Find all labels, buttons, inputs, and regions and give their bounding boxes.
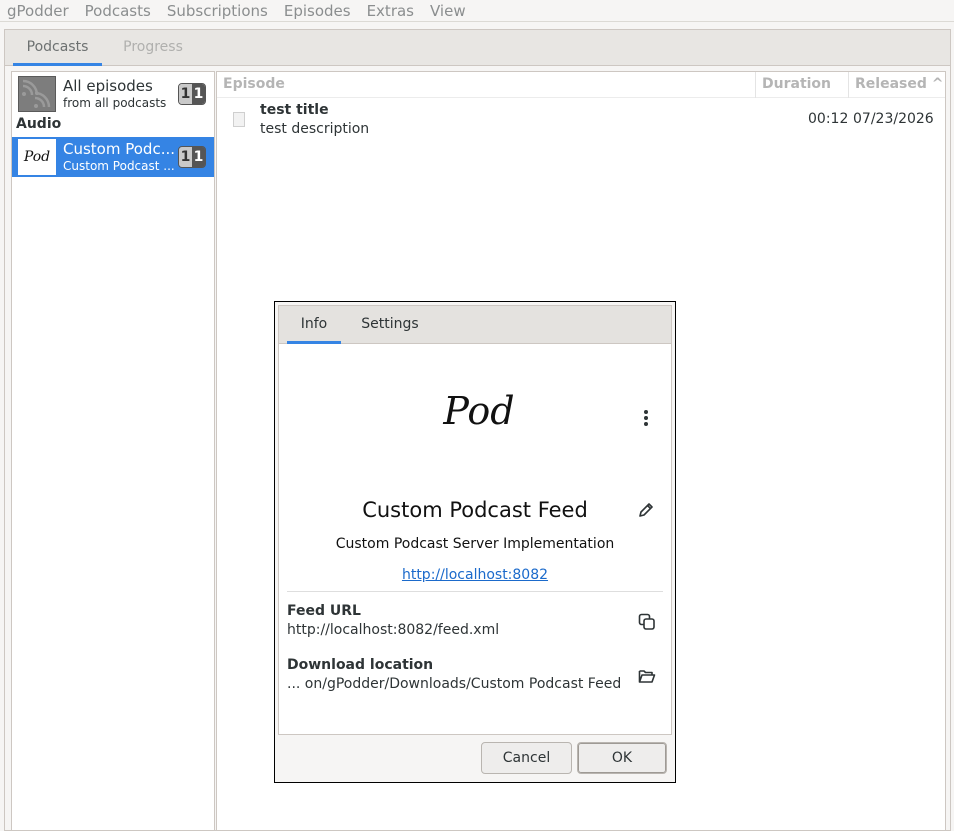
podcast-cover: Pod xyxy=(18,139,56,175)
podcast-settings-dialog: Info Settings Pod Custom Podcast Feed Cu… xyxy=(274,301,676,783)
episode-title: test title xyxy=(260,102,329,118)
podcast-cover-art: Pod xyxy=(443,389,515,433)
episode-list-header: Episode Duration Released ^ xyxy=(217,72,945,98)
download-location-label: Download location xyxy=(287,657,434,673)
podcast-website-link[interactable]: http://localhost:8082 xyxy=(279,567,671,583)
folder-open-icon[interactable] xyxy=(638,667,656,685)
download-location-value: ... on/gPodder/Downloads/Custom Podcast … xyxy=(287,676,622,692)
main-tab-bar: Podcasts Progress xyxy=(5,30,950,66)
episode-released: 07/23/2026 xyxy=(853,111,934,127)
podcast-description: Custom Podcast Server Implementation xyxy=(335,536,615,552)
pencil-icon[interactable] xyxy=(638,502,654,518)
feed-url-label: Feed URL xyxy=(287,603,361,619)
menu-bar: gPodder Podcasts Subscriptions Episodes … xyxy=(0,0,954,22)
podcast-title: Custom Podcast Feed xyxy=(362,498,588,522)
tab-progress[interactable]: Progress xyxy=(112,30,194,66)
episode-duration: 00:12 xyxy=(808,111,849,127)
tab-podcasts[interactable]: Podcasts xyxy=(13,30,102,66)
column-header-duration[interactable]: Duration xyxy=(762,76,831,92)
rss-cover-icon xyxy=(18,76,56,112)
podcast-list: All episodes from all podcasts 1 1 Audio… xyxy=(11,71,215,831)
menu-podcasts[interactable]: Podcasts xyxy=(77,1,159,21)
podcast-title: Custom Podc... xyxy=(63,140,175,158)
menu-subscriptions[interactable]: Subscriptions xyxy=(159,1,276,21)
episode-file-icon xyxy=(233,112,245,127)
menu-gpodder[interactable]: gPodder xyxy=(0,1,77,21)
divider xyxy=(287,591,663,592)
menu-extras[interactable]: Extras xyxy=(359,1,422,21)
episode-description: test description xyxy=(260,121,370,137)
cancel-button[interactable]: Cancel xyxy=(481,742,572,774)
column-header-released[interactable]: Released ^ xyxy=(855,76,943,92)
feed-url-value: http://localhost:8082/feed.xml xyxy=(287,622,500,638)
podcast-subtitle: Custom Podcast ... xyxy=(63,159,175,173)
episode-row[interactable]: test title test description 00:12 07/23/… xyxy=(217,100,945,142)
dialog-notebook: Info Settings Pod Custom Podcast Feed Cu… xyxy=(278,305,672,735)
podcast-subtitle: from all podcasts xyxy=(63,96,167,110)
tab-info[interactable]: Info xyxy=(287,306,341,344)
episode-count-badge: 1 1 xyxy=(178,83,206,105)
podcast-row-custom-podcast[interactable]: Pod Custom Podc... Custom Podcast ... 1 … xyxy=(12,137,214,177)
episode-count-badge: 1 1 xyxy=(178,146,206,168)
podcast-row-all-episodes[interactable]: All episodes from all podcasts 1 1 xyxy=(12,74,214,114)
copy-icon[interactable] xyxy=(638,613,656,631)
menu-view[interactable]: View xyxy=(422,1,474,21)
dialog-tab-bar: Info Settings xyxy=(279,306,671,344)
kebab-menu-icon[interactable] xyxy=(643,410,649,428)
section-audio: Audio xyxy=(16,116,62,132)
menu-episodes[interactable]: Episodes xyxy=(276,1,359,21)
ok-button[interactable]: OK xyxy=(577,742,667,774)
column-header-episode[interactable]: Episode xyxy=(223,76,285,92)
podcast-title: All episodes xyxy=(63,77,153,95)
tab-settings[interactable]: Settings xyxy=(353,306,427,344)
